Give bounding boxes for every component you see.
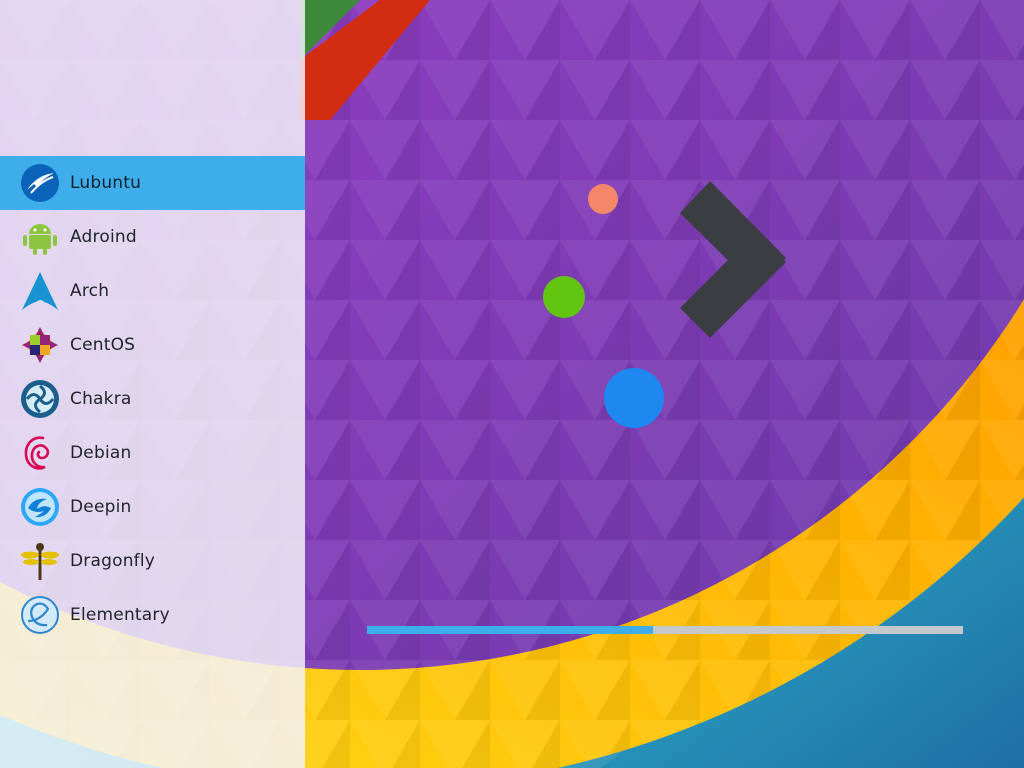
distro-item-adroind[interactable]: Adroind [0,210,305,264]
distro-item-chakra[interactable]: Chakra [0,372,305,426]
distro-item-debian[interactable]: Debian [0,426,305,480]
lubuntu-icon [19,162,61,204]
distro-label: Adroind [70,227,137,247]
loading-logo [543,181,786,428]
progress-fill [367,626,654,634]
progress-bar [367,626,963,634]
distro-label: Deepin [70,497,132,517]
distro-item-elementary[interactable]: Elementary [0,588,305,642]
arch-icon [19,270,61,312]
distro-item-centos[interactable]: CentOS [0,318,305,372]
distro-item-deepin[interactable]: Deepin [0,480,305,534]
dragonfly-icon [19,540,61,582]
distro-label: Lubuntu [70,173,142,193]
distro-label: Chakra [70,389,132,409]
centos-icon [19,324,61,366]
distro-item-dragonfly[interactable]: Dragonfly [0,534,305,588]
distro-label: Elementary [70,605,170,625]
deepin-icon [19,486,61,528]
salmon-dot [588,184,618,214]
distro-item-lubuntu[interactable]: Lubuntu [0,156,305,210]
distro-label: CentOS [70,335,136,355]
android-icon [19,216,61,258]
green-dot [543,276,585,318]
distro-label: Arch [70,281,110,301]
distro-list: Lubuntu Adroind Arch CentOS Chakra Debian Deep… [0,156,305,642]
elementary-icon [19,594,61,636]
debian-icon [19,432,61,474]
distro-item-arch[interactable]: Arch [0,264,305,318]
blue-dot [604,368,664,428]
chakra-icon [19,378,61,420]
chevron-right-icon [680,181,786,338]
distro-label: Debian [70,443,132,463]
distro-label: Dragonfly [70,551,156,571]
sidebar: Lubuntu Adroind Arch CentOS Chakra Debian Deep… [0,0,305,768]
